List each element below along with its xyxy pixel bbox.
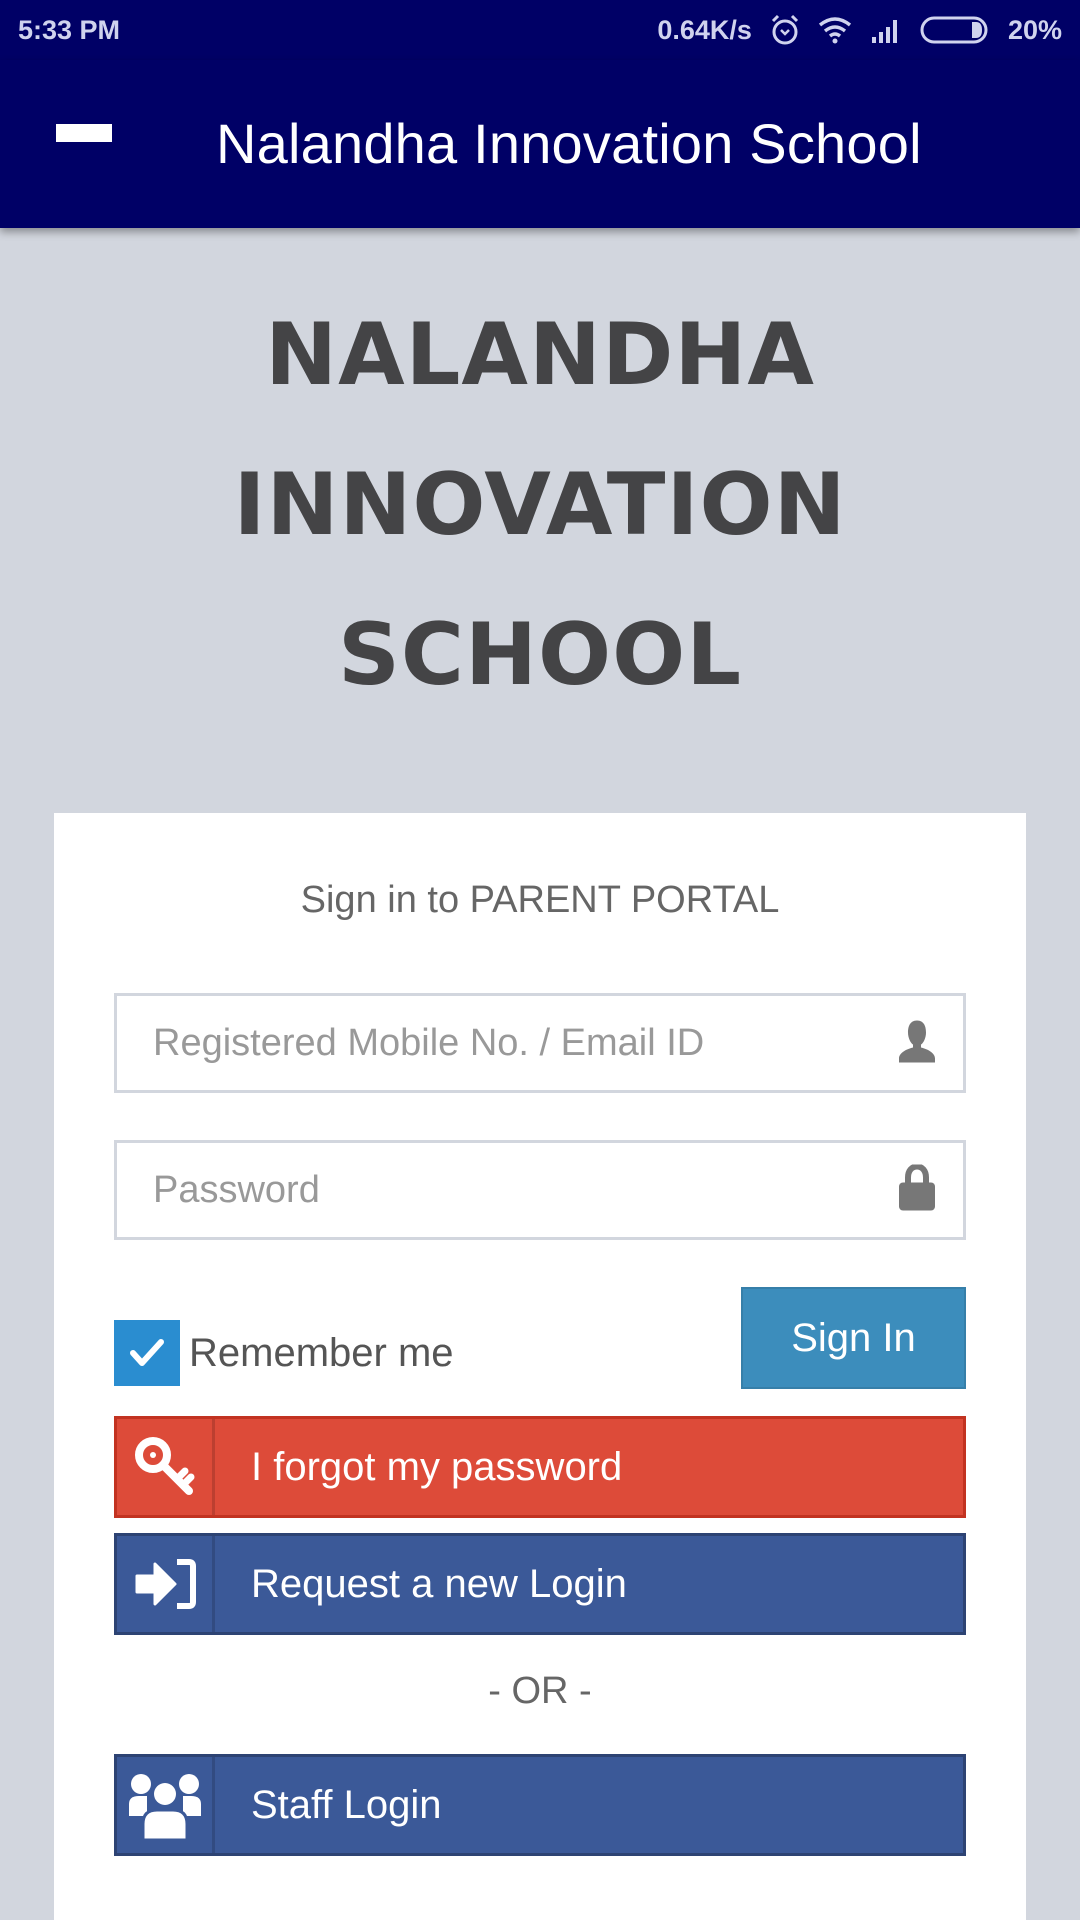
app-bar: Nalandha Innovation School <box>0 60 1080 228</box>
battery-percent: 20% <box>1007 14 1062 45</box>
or-separator: - OR - <box>488 1670 592 1712</box>
staff-login-button[interactable]: Staff Login <box>114 1754 966 1856</box>
heading-line: NALANDHA <box>265 305 815 405</box>
battery-icon <box>920 16 990 44</box>
password-field-wrapper <box>114 1140 966 1240</box>
alarm-icon <box>770 14 800 46</box>
school-name-heading: NALANDHA INNOVATION SCHOOL <box>0 280 1080 730</box>
status-bar: 5:33 PM 0.64K/s 20% <box>0 0 1080 60</box>
login-card-title: Sign in to PARENT PORTAL <box>300 879 780 921</box>
key-icon <box>117 1419 215 1515</box>
request-login-button[interactable]: Request a new Login <box>114 1533 966 1635</box>
remember-me: Remember me <box>114 1320 454 1386</box>
heading-line: SCHOOL <box>337 605 743 705</box>
checkmark-icon <box>130 1339 164 1366</box>
users-group-icon <box>117 1757 215 1853</box>
status-time: 5:33 PM <box>18 14 121 45</box>
sign-in-arrow-icon <box>117 1536 215 1632</box>
forgot-password-label: I forgot my password <box>251 1444 623 1489</box>
heading-line: INNOVATION <box>233 455 847 555</box>
hamburger-menu-icon <box>56 124 112 164</box>
lock-icon <box>897 1163 937 1216</box>
forgot-password-button[interactable]: I forgot my password <box>114 1416 966 1518</box>
remember-me-checkbox[interactable] <box>114 1320 180 1386</box>
user-icon <box>897 1019 937 1068</box>
sign-in-button[interactable]: Sign In <box>741 1287 966 1389</box>
username-input[interactable] <box>117 996 963 1090</box>
menu-button[interactable] <box>0 60 170 228</box>
status-indicators: 0.64K/s 20% <box>657 14 1062 46</box>
app-title: Nalandha Innovation School <box>216 112 922 175</box>
username-field-wrapper <box>114 993 966 1093</box>
wifi-icon <box>818 16 852 44</box>
remember-me-label[interactable]: Remember me <box>189 1331 454 1376</box>
network-speed: 0.64K/s <box>657 14 752 45</box>
signal-icon <box>870 17 902 43</box>
staff-login-label: Staff Login <box>251 1782 442 1827</box>
password-input[interactable] <box>117 1143 963 1237</box>
request-login-label: Request a new Login <box>251 1561 627 1606</box>
login-card: Sign in to PARENT PORTAL Remember me Sig… <box>54 813 1026 1920</box>
